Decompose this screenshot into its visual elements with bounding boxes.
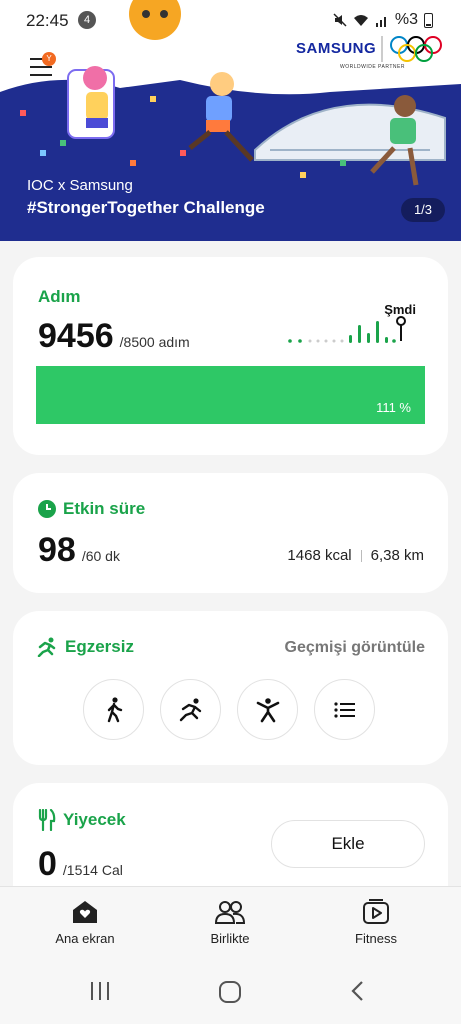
food-goal: /1514 Cal bbox=[62, 862, 123, 878]
active-time-card[interactable]: Etkin süre 98 /60 dk 1468 kcal 6,38 km bbox=[13, 473, 448, 593]
walk-icon bbox=[107, 696, 122, 722]
exercise-header: Egzersiz bbox=[36, 637, 134, 657]
home-button-icon[interactable] bbox=[218, 980, 242, 1004]
fitness-video-icon bbox=[363, 899, 389, 924]
exercise-shortcuts bbox=[83, 679, 375, 740]
fork-knife-icon bbox=[38, 809, 56, 831]
add-food-button[interactable]: Ekle bbox=[271, 820, 425, 868]
banner-title: #StrongerTogether Challenge bbox=[27, 198, 265, 217]
steps-count: 9456 bbox=[38, 317, 114, 355]
run-button[interactable] bbox=[160, 679, 221, 740]
wifi-icon bbox=[353, 14, 368, 26]
food-header: Yiyecek bbox=[38, 809, 126, 831]
workout-icon bbox=[256, 697, 279, 722]
workout-button[interactable] bbox=[237, 679, 298, 740]
calories-value: 1468 kcal bbox=[287, 547, 352, 564]
exercise-label: Egzersiz bbox=[65, 637, 134, 656]
signal-icon bbox=[375, 16, 386, 27]
active-extra: 1468 kcal 6,38 km bbox=[287, 547, 424, 564]
nav-fitness[interactable]: Fitness bbox=[316, 899, 436, 946]
status-bar: 22:45 4 %3 bbox=[0, 0, 461, 42]
list-icon bbox=[333, 701, 355, 718]
steps-value-group: 9456 /8500 adım bbox=[38, 317, 190, 356]
system-navigation-bar bbox=[0, 962, 461, 1024]
home-heart-icon bbox=[73, 901, 97, 923]
people-icon bbox=[215, 901, 245, 924]
nav-together[interactable]: Birlikte bbox=[170, 899, 290, 946]
status-icons: %3 bbox=[333, 11, 433, 29]
nav-fitness-label: Fitness bbox=[355, 931, 397, 946]
steps-goal: /8500 adım bbox=[119, 334, 190, 350]
steps-progress-bar: 111 % bbox=[36, 366, 425, 424]
run-icon bbox=[179, 697, 201, 721]
back-icon[interactable] bbox=[350, 980, 366, 1002]
nav-home-label: Ana ekran bbox=[55, 931, 115, 946]
separator bbox=[360, 549, 362, 562]
mute-icon bbox=[333, 13, 347, 27]
nav-home[interactable]: Ana ekran bbox=[25, 899, 145, 946]
running-icon bbox=[37, 637, 56, 657]
brand-logo: SAMSUNG bbox=[296, 40, 377, 57]
status-time: 22:45 bbox=[26, 11, 69, 30]
banner-pager: 1/3 bbox=[401, 198, 445, 222]
active-time-value: 98 bbox=[38, 531, 76, 569]
steps-percent: 111 % bbox=[376, 400, 411, 415]
active-time-value-group: 98 /60 dk bbox=[38, 531, 120, 570]
active-time-header: Etkin süre bbox=[38, 499, 145, 519]
notification-count-badge: 4 bbox=[78, 11, 96, 29]
battery-percent: %3 bbox=[394, 11, 418, 28]
distance-value: 6,38 km bbox=[370, 547, 424, 564]
food-label: Yiyecek bbox=[63, 810, 126, 829]
partner-text: WORLDWIDE PARTNER bbox=[340, 64, 405, 70]
banner-subtitle: IOC x Samsung bbox=[27, 177, 133, 194]
food-value: 0 bbox=[38, 845, 57, 883]
recent-apps-icon[interactable] bbox=[89, 980, 111, 1002]
nav-together-label: Birlikte bbox=[210, 931, 250, 946]
steps-label: Adım bbox=[38, 287, 81, 306]
profile-badge: Y bbox=[42, 52, 56, 66]
hourly-steps-mini-chart bbox=[288, 316, 406, 343]
bottom-navigation: Ana ekran Birlikte Fitness bbox=[0, 886, 461, 962]
clock-icon bbox=[38, 500, 56, 518]
exercise-card: Egzersiz Geçmişi görüntüle bbox=[13, 611, 448, 765]
active-time-goal: /60 dk bbox=[81, 548, 120, 564]
battery-icon bbox=[424, 12, 433, 28]
list-button[interactable] bbox=[314, 679, 375, 740]
steps-card[interactable]: Adım 9456 /8500 adım Şmdi 111 % bbox=[13, 257, 448, 455]
view-history-link[interactable]: Geçmişi görüntüle bbox=[285, 639, 425, 657]
walk-button[interactable] bbox=[83, 679, 144, 740]
food-value-group: 0 /1514 Cal bbox=[38, 845, 123, 884]
active-time-label: Etkin süre bbox=[63, 499, 146, 518]
